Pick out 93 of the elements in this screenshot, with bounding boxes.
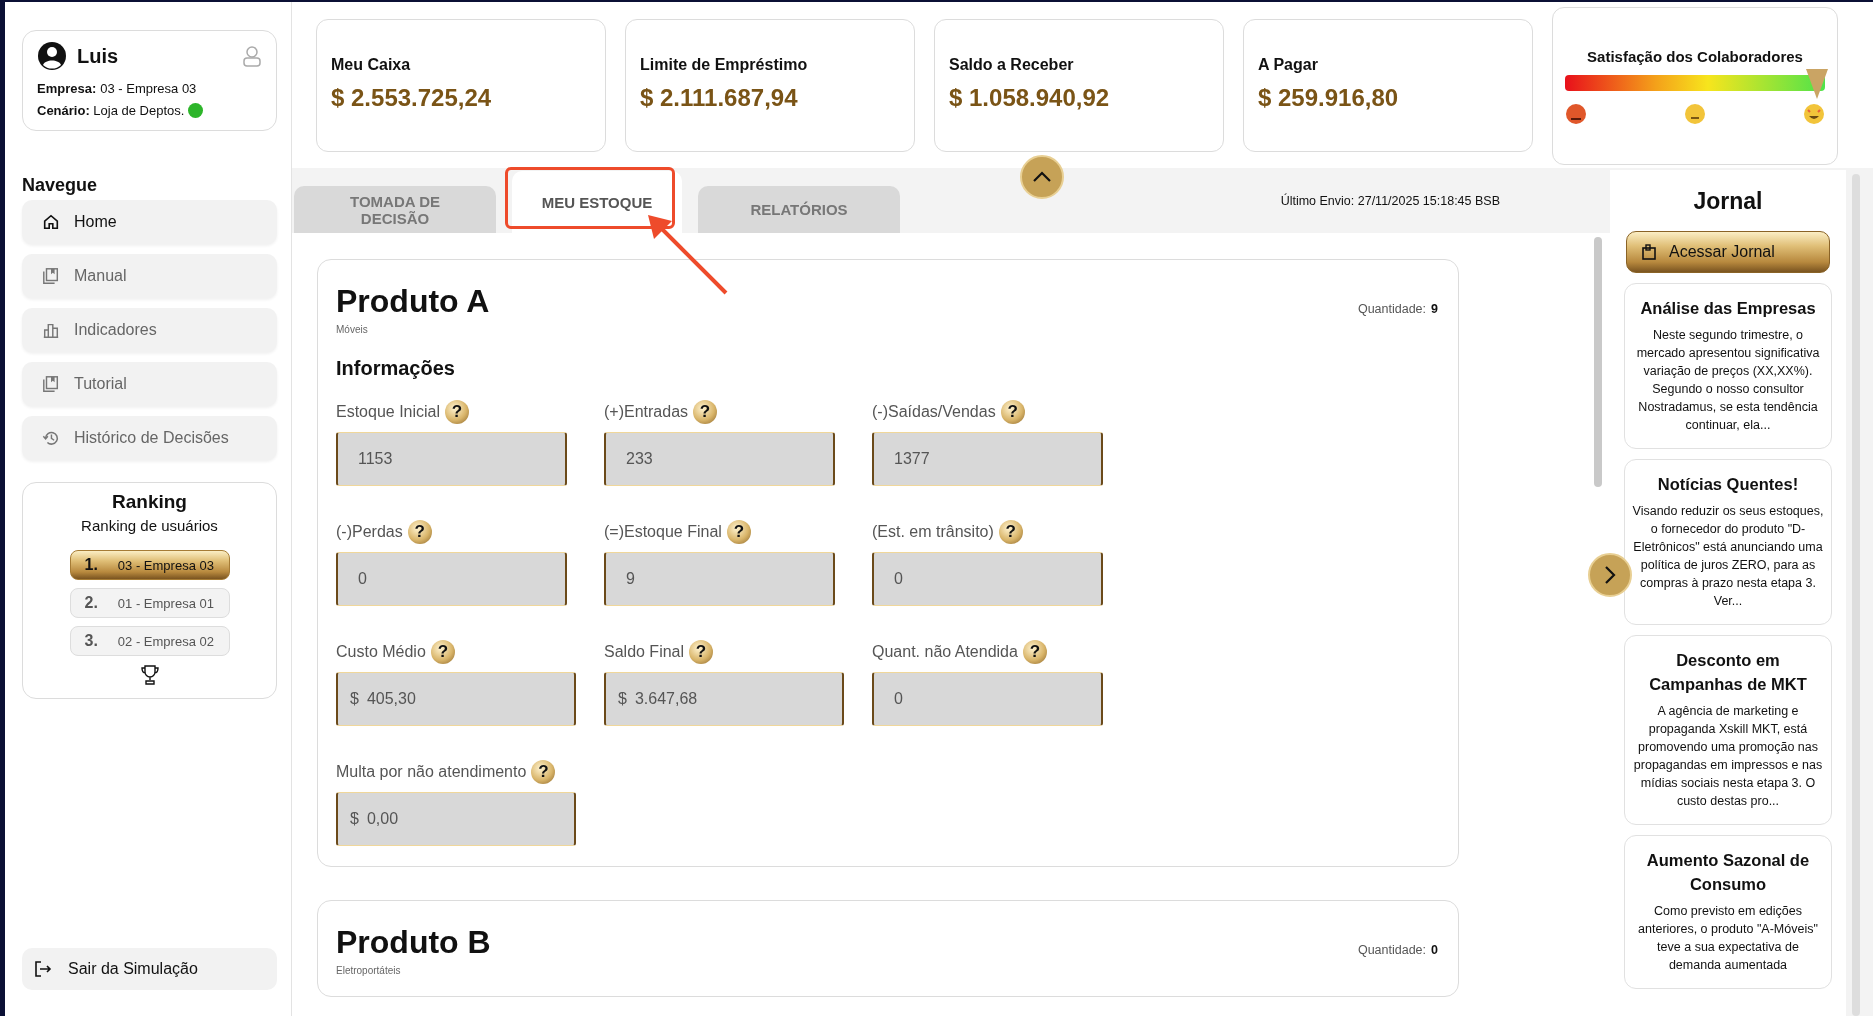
last-sent-text: Último Envio: 27/11/2025 15:18:45 BSB xyxy=(1280,193,1500,208)
neutral-face-icon xyxy=(1684,103,1706,125)
help-icon[interactable]: ? xyxy=(445,400,470,424)
news-text: Visando reduzir os seus estoques, o fornecedor do produto "D-Eletrônicos" está anunciando uma política de juros ZERO, para as compras à prazo nesta etapa 3. Ver... xyxy=(1631,503,1825,610)
input-field[interactable]: 0 xyxy=(872,552,1103,606)
field-label: Estoque Inicial xyxy=(336,403,441,421)
help-icon[interactable]: ? xyxy=(430,640,455,664)
input-field[interactable]: 1153 xyxy=(336,432,567,486)
user-outline-icon[interactable] xyxy=(242,45,262,67)
input-field[interactable]: 0 xyxy=(872,672,1103,726)
input-field[interactable]: $ 3.647,68 xyxy=(604,672,844,726)
ranking-item: 1. 03 - Empresa 03 xyxy=(69,550,230,580)
ranking-subtitle: Ranking de usuários xyxy=(81,517,218,534)
trophy-icon xyxy=(139,664,160,686)
chevron-up-icon xyxy=(1032,171,1052,183)
input-field[interactable]: $ 405,30 xyxy=(336,672,576,726)
news-title: Análise das Empresas xyxy=(1639,298,1817,319)
help-icon[interactable]: ? xyxy=(531,760,556,784)
nav-item[interactable]: Home xyxy=(22,200,277,244)
happy-face-icon xyxy=(1803,103,1825,125)
nav-item[interactable]: Histórico de Decisões xyxy=(22,416,277,460)
help-icon[interactable]: ? xyxy=(1022,640,1047,664)
help-icon[interactable]: ? xyxy=(1000,400,1025,424)
news-card[interactable]: Análise das Empresas Neste segundo trimestre, o mercado apresentou significativa variação de preços (XX,XX%). Segundo o nosso consultor Nostradamus, se esta tendência continuar, ela... xyxy=(1624,283,1832,449)
stat-label: Saldo a Receber xyxy=(949,56,1075,74)
product-title: Produto A xyxy=(336,282,490,320)
stat-value: $ 2.553.725,24 xyxy=(331,84,493,112)
news-text: Neste segundo trimestre, o mercado apresentou significativa variação de preços (XX,XX%). Segundo o nosso consultor Nostradamus, se esta tendência continuar, ela... xyxy=(1635,327,1821,434)
scrollbar[interactable] xyxy=(1594,237,1602,487)
open-journal-button[interactable]: Acessar Jornal xyxy=(1626,231,1830,273)
satisfaction-title: Satisfação dos Colaboradores xyxy=(1586,48,1804,65)
nav-item[interactable]: Tutorial xyxy=(22,362,277,406)
book-icon xyxy=(42,374,60,394)
company-text: Empresa: 03 - Empresa 03 xyxy=(37,81,198,96)
field-label: Multa por não atendimento xyxy=(336,763,527,781)
chevron-right-icon xyxy=(1604,565,1616,585)
stat-value: $ 259.916,80 xyxy=(1258,84,1400,112)
logout-icon xyxy=(34,960,52,978)
product-category: Eletroportáteis xyxy=(336,965,402,976)
news-title: Notícias Quentes! xyxy=(1656,474,1800,495)
stat-label: A Pagar xyxy=(1258,56,1319,74)
ranking-item: 3. 02 - Empresa 02 xyxy=(69,626,230,656)
ranking-title: Ranking xyxy=(112,491,187,513)
field-label: Custo Médio xyxy=(336,643,426,661)
field-label: (-)Perdas xyxy=(336,523,403,541)
home-icon xyxy=(42,212,60,232)
news-text: Como previsto em edições anteriores, o produto "A-Móveis" teve a sua expectativa de demanda aumentada xyxy=(1637,903,1819,974)
input-field[interactable]: 233 xyxy=(604,432,835,486)
help-icon[interactable]: ? xyxy=(407,520,432,544)
journal-title: Jornal xyxy=(1693,188,1763,215)
help-icon[interactable]: ? xyxy=(998,520,1023,544)
input-field[interactable]: 0 xyxy=(336,552,567,606)
news-card[interactable]: Aumento Sazonal de Consumo Como previsto em edições anteriores, o produto "A-Móveis" teve a sua expectativa de demanda aumentada xyxy=(1624,835,1832,989)
help-icon[interactable]: ? xyxy=(726,520,751,544)
news-text: A agência de marketing e propaganda Xskill MKT, está promovendo uma promoção nas propagandas em impressos e nas mídias sociais nesta etapa 3. O custo destas pro... xyxy=(1632,703,1824,810)
user-name: Luis xyxy=(77,44,120,68)
news-title: Desconto em Campanhas de MKT xyxy=(1648,650,1808,695)
clipboard-icon xyxy=(1641,244,1657,260)
product-category: Móveis xyxy=(336,324,369,335)
field-label: Quant. não Atendida xyxy=(872,643,1018,661)
input-field[interactable]: 9 xyxy=(604,552,835,606)
input-field[interactable]: $ 0,00 xyxy=(336,792,576,846)
help-icon[interactable]: ? xyxy=(689,640,714,664)
section-title: Navegue xyxy=(22,175,99,196)
quantity-label: Quantidade: xyxy=(1357,302,1427,316)
field-label: (Est. em trânsito) xyxy=(872,523,994,541)
quantity-value: 0 xyxy=(1431,943,1438,957)
field-label: (-)Saídas/Vendas xyxy=(872,403,996,421)
field-label: (=)Estoque Final xyxy=(604,523,722,541)
product-title: Produto B xyxy=(336,923,491,961)
collapse-button[interactable] xyxy=(1020,155,1064,199)
news-card[interactable]: Desconto em Campanhas de MKT A agência de marketing e propaganda Xskill MKT, está promovendo uma promoção nas propagandas em impressos e nas mídias sociais nesta etapa 3. O custo destas pro... xyxy=(1624,635,1832,825)
nav-item[interactable]: Indicadores xyxy=(22,308,277,352)
avatar-icon xyxy=(37,41,67,71)
news-title: Aumento Sazonal de Consumo xyxy=(1645,850,1811,895)
stat-value: $ 2.111.687,94 xyxy=(640,84,799,112)
stat-label: Limite de Empréstimo xyxy=(640,56,809,74)
angry-face-icon xyxy=(1565,103,1587,125)
ranking-item: 2. 01 - Empresa 01 xyxy=(69,588,230,618)
field-label: (+)Entradas xyxy=(604,403,689,421)
stat-value: $ 1.058.940,92 xyxy=(949,84,1111,112)
book-icon xyxy=(42,266,60,286)
quantity-value: 9 xyxy=(1431,302,1438,316)
help-icon[interactable]: ? xyxy=(693,400,718,424)
scenario-text: Cenário: Loja de Deptos. xyxy=(37,103,185,118)
field-label: Saldo Final xyxy=(604,643,685,661)
quantity-label: Quantidade: xyxy=(1357,943,1427,957)
input-field[interactable]: 1377 xyxy=(872,432,1103,486)
stat-label: Meu Caixa xyxy=(331,56,412,74)
logout-button[interactable]: Sair da Simulação xyxy=(22,948,277,990)
section-title: Informações xyxy=(336,357,456,380)
tab[interactable]: MEU ESTOQUE xyxy=(512,171,682,233)
nav-item[interactable]: Manual xyxy=(22,254,277,298)
